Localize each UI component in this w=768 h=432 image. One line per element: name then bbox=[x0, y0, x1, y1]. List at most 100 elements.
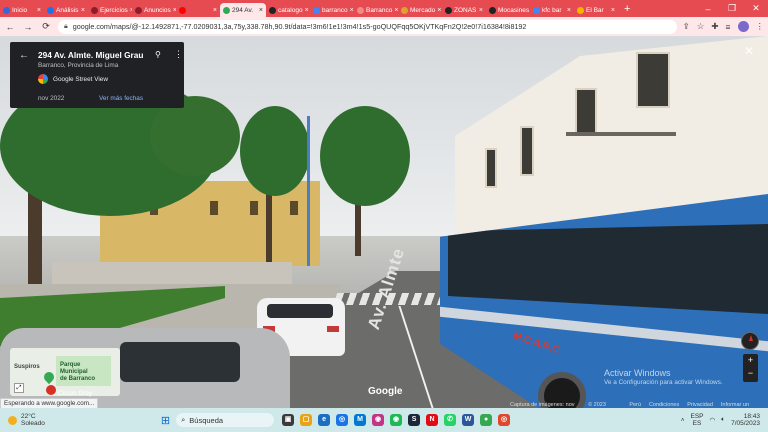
weather-widget[interactable]: 22°C Soleado bbox=[8, 413, 45, 427]
language-indicator[interactable]: ESP ES bbox=[690, 413, 703, 427]
browser-tab[interactable]: Mocasines× bbox=[486, 3, 530, 17]
taskbar-app-icon[interactable]: e bbox=[318, 414, 331, 426]
window-controls: – ❐ ✕ bbox=[696, 0, 768, 17]
address-bar[interactable]: 🔒︎ google.com/maps/@-12.1492871,-77.0209… bbox=[58, 19, 677, 34]
tab-favicon-icon bbox=[269, 6, 276, 14]
tab-label: Mercado bbox=[410, 6, 436, 14]
balcony bbox=[566, 132, 676, 136]
clock[interactable]: 18:43 7/05/2023 bbox=[731, 413, 760, 427]
taskbar-app-icon[interactable]: ◉ bbox=[372, 414, 385, 426]
share-icon[interactable]: ⇪ bbox=[683, 21, 690, 32]
sidebar-icon[interactable]: ≡ bbox=[726, 22, 731, 32]
expand-map-icon[interactable]: ⤢ bbox=[14, 383, 24, 393]
browser-tab[interactable]: 294 Av. × bbox=[220, 3, 266, 17]
tab-label: kfc bar bbox=[542, 6, 562, 14]
taskbar-app-icon[interactable]: S bbox=[408, 414, 421, 426]
tab-label: Mocasines bbox=[498, 6, 530, 14]
more-dates-link[interactable]: Ver más fechas bbox=[99, 95, 143, 102]
browser-tab[interactable]: × bbox=[176, 3, 220, 17]
tab-favicon-icon bbox=[179, 6, 186, 14]
close-street-view-icon[interactable]: ✕ bbox=[744, 44, 754, 58]
volume-icon[interactable]: 🔈︎ bbox=[721, 416, 725, 424]
browser-tab[interactable]: barranco × bbox=[310, 3, 354, 17]
address-subtitle: Barranco, Provincia de Lima bbox=[38, 62, 119, 69]
clock-time: 18:43 bbox=[743, 413, 760, 420]
browser-tab[interactable]: Anuncios × bbox=[132, 3, 176, 17]
tab-favicon-icon bbox=[401, 6, 408, 14]
taskbar-app-icon[interactable]: ◉ bbox=[390, 414, 403, 426]
browser-tab[interactable]: Ejercicios × bbox=[88, 3, 132, 17]
tab-close-icon[interactable]: × bbox=[437, 7, 441, 14]
street-view-info-card: ← 294 Av. Almte. Miguel Grau Barranco, P… bbox=[10, 42, 184, 108]
extensions-icon[interactable]: ✚ bbox=[711, 21, 718, 32]
browser-toolbar: ← → ⟳ 🔒︎ google.com/maps/@-12.1492871,-7… bbox=[0, 17, 768, 36]
search-placeholder: Búsqueda bbox=[189, 415, 224, 425]
taskbar-app-icon[interactable]: ◎ bbox=[336, 414, 349, 426]
browser-tab[interactable]: El Bar × bbox=[574, 3, 618, 17]
taskbar-search[interactable]: ⌕ Búsqueda bbox=[176, 413, 275, 427]
tab-close-icon[interactable]: × bbox=[213, 7, 217, 14]
tab-close-icon[interactable]: × bbox=[81, 7, 85, 14]
browser-tab[interactable]: catalogo × bbox=[266, 3, 310, 17]
bookmark-star-icon[interactable]: ☆ bbox=[697, 21, 705, 32]
zoom-out-button[interactable]: − bbox=[743, 367, 758, 380]
taskbar-app-icon[interactable]: ● bbox=[480, 414, 493, 426]
forward-icon[interactable]: → bbox=[22, 22, 34, 32]
browser-tab[interactable]: Mercado × bbox=[398, 3, 442, 17]
tab-label: 294 Av. bbox=[232, 6, 254, 14]
close-window-icon[interactable]: ✕ bbox=[744, 3, 768, 14]
taskbar-app-icon[interactable]: ✆ bbox=[444, 414, 457, 426]
tab-close-icon[interactable]: × bbox=[305, 7, 309, 14]
tab-close-icon[interactable]: × bbox=[611, 7, 615, 14]
back-arrow-icon[interactable]: ← bbox=[19, 50, 29, 61]
tab-label: El Bar bbox=[586, 6, 604, 14]
tab-favicon-icon bbox=[489, 6, 496, 14]
tab-favicon-icon bbox=[357, 6, 364, 14]
zoom-control: + − bbox=[743, 354, 758, 382]
lock-icon: 🔒︎ bbox=[64, 22, 68, 30]
reload-icon[interactable]: ⟳ bbox=[40, 21, 52, 32]
compass-icon[interactable] bbox=[741, 332, 759, 350]
new-tab-button[interactable]: + bbox=[624, 3, 630, 15]
sun-icon bbox=[8, 415, 17, 425]
profile-avatar[interactable] bbox=[737, 21, 749, 32]
taskbar-app-icon[interactable]: ◎ bbox=[498, 414, 511, 426]
wifi-icon[interactable]: ◠ bbox=[710, 416, 716, 424]
tab-favicon-icon bbox=[223, 6, 230, 14]
menu-kebab-icon[interactable]: ⋮ bbox=[756, 21, 765, 32]
tab-favicon-icon bbox=[577, 6, 584, 14]
tab-favicon-icon bbox=[47, 6, 54, 14]
current-location-pin-icon bbox=[46, 385, 56, 395]
capture-date: nov 2022 bbox=[38, 95, 65, 102]
maximize-icon[interactable]: ❐ bbox=[720, 3, 744, 14]
street-pole bbox=[307, 116, 310, 266]
location-pin-icon[interactable]: ⚲ bbox=[155, 50, 161, 59]
browser-tab[interactable]: ZONAS × bbox=[442, 3, 486, 17]
browser-tab[interactable]: Análisis × bbox=[44, 3, 88, 17]
taskbar-app-icon[interactable]: ▣ bbox=[282, 414, 295, 426]
tab-close-icon[interactable]: × bbox=[37, 7, 41, 14]
windows-start-icon[interactable]: ⊞ bbox=[161, 414, 170, 427]
chevron-up-icon[interactable]: ˄ bbox=[681, 417, 685, 424]
park-pin-icon bbox=[41, 369, 57, 385]
minimap[interactable]: Suspiros Parque Municipal de Barranco ⤢ bbox=[10, 348, 120, 396]
tab-close-icon[interactable]: × bbox=[259, 7, 263, 14]
zoom-in-button[interactable]: + bbox=[743, 354, 758, 367]
activation-subtitle: Ve a Configuración para activar Windows. bbox=[604, 379, 723, 386]
minimize-icon[interactable]: – bbox=[696, 4, 720, 14]
tab-close-icon[interactable]: × bbox=[567, 7, 571, 14]
taskbar-app-icon[interactable]: ▢ bbox=[300, 414, 313, 426]
back-icon[interactable]: ← bbox=[4, 22, 16, 32]
more-options-icon[interactable]: ⋮ bbox=[174, 49, 183, 60]
taskbar-app-icon[interactable]: N bbox=[426, 414, 439, 426]
building-window bbox=[575, 88, 597, 134]
browser-tab[interactable]: Inicio × bbox=[0, 3, 44, 17]
search-icon: ⌕ bbox=[181, 415, 186, 424]
browser-tab[interactable]: kfc bar × bbox=[530, 3, 574, 17]
taskbar-app-icon[interactable]: W bbox=[462, 414, 475, 426]
taskbar-app-icon[interactable]: M bbox=[354, 414, 367, 426]
windows-activation-notice: Activar Windows Ve a Configuración para … bbox=[604, 368, 723, 388]
browser-tab[interactable]: Barranco × bbox=[354, 3, 398, 17]
building-window bbox=[485, 148, 497, 188]
tab-close-icon[interactable]: × bbox=[479, 7, 483, 14]
